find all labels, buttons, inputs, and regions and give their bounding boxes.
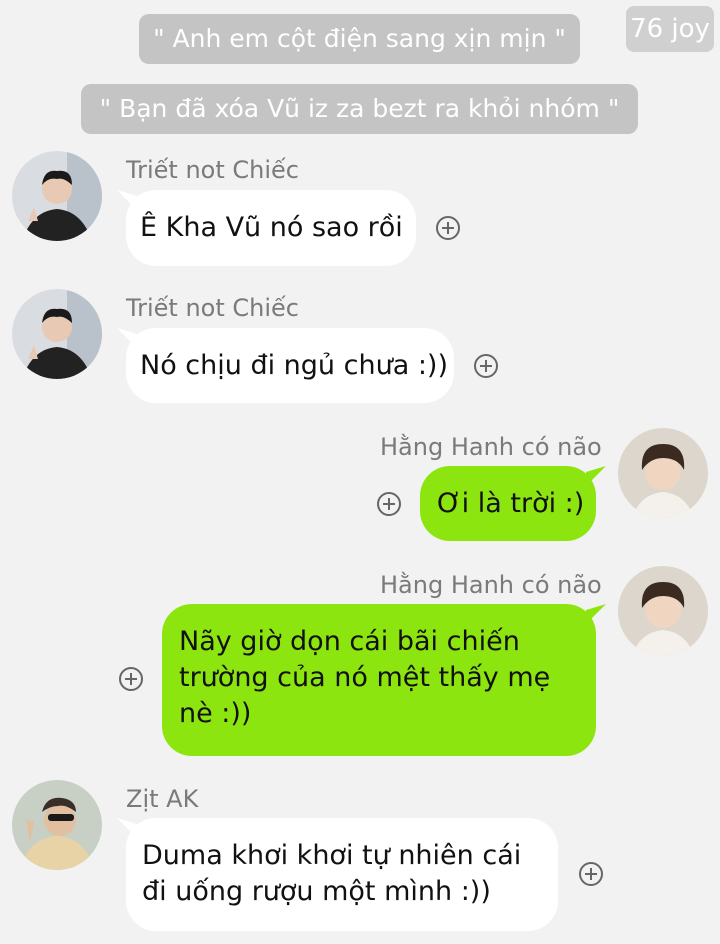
message-bubble[interactable]: Nó chịu đi ngủ chưa :)) (126, 328, 454, 403)
system-notice: " Anh em cột điện sang xịn mịn " (139, 14, 580, 64)
add-reaction-icon[interactable] (376, 491, 402, 517)
add-reaction-icon[interactable] (578, 861, 604, 887)
message-text-line: Nãy giờ dọn cái bãi chiến (179, 626, 520, 657)
message-text: Ơi là trời :) (437, 488, 585, 519)
add-reaction-icon[interactable] (118, 666, 144, 692)
message-bubble[interactable]: Ơi là trời :) (420, 466, 596, 541)
add-reaction-icon[interactable] (435, 215, 461, 241)
message-bubble[interactable]: Duma khơi khơi tự nhiên cái đi uống rượu… (126, 818, 558, 931)
avatar[interactable] (618, 428, 708, 518)
sender-name: Triết not Chiếc (126, 156, 300, 184)
message-bubble[interactable]: Ê Kha Vũ nó sao rồi (126, 190, 416, 266)
message-text-line: đi uống rượu một mình :)) (142, 876, 491, 907)
sender-name: Triết not Chiếc (126, 294, 300, 322)
sender-name: Hằng Hanh có não (380, 571, 602, 599)
sender-name: Hằng Hanh có não (380, 433, 602, 461)
message-bubble[interactable]: Nãy giờ dọn cái bãi chiến trường của nó … (162, 604, 596, 756)
avatar[interactable] (12, 289, 102, 379)
message-text-line: trường của nó mệt thấy mẹ (179, 662, 551, 693)
system-notice: " Bạn đã xóa Vũ iz za bezt ra khỏi nhóm … (81, 84, 638, 134)
message-text: Ê Kha Vũ nó sao rồi (140, 212, 403, 243)
avatar[interactable] (618, 566, 708, 656)
avatar[interactable] (12, 151, 102, 241)
add-reaction-icon[interactable] (473, 353, 499, 379)
avatar[interactable] (12, 780, 102, 870)
message-text-line: Duma khơi khơi tự nhiên cái (142, 840, 522, 871)
sender-name: Zịt AK (126, 785, 199, 813)
message-text-line: nè :)) (179, 698, 252, 729)
watermark: 76 joy (626, 6, 714, 52)
message-text: Nó chịu đi ngủ chưa :)) (140, 350, 448, 381)
